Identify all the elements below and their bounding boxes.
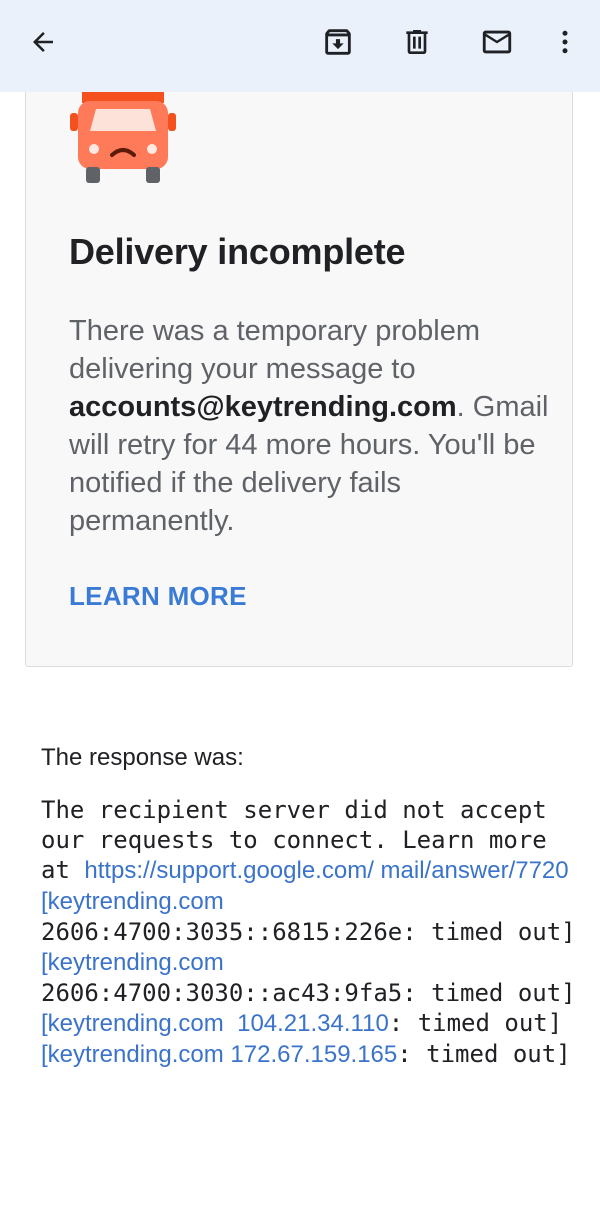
archive-icon — [321, 25, 355, 59]
more-vert-icon — [550, 27, 580, 57]
domain-ip-link[interactable]: [keytrending.com 172.67.159.165 — [41, 1041, 397, 1068]
response-label: The response was: — [41, 744, 244, 771]
delivery-status-card: Delivery incomplete There was a temporar… — [25, 60, 573, 667]
arrow-left-icon — [28, 27, 58, 57]
support-link[interactable]: https://support.google.com/ mail/answer/… — [84, 857, 568, 884]
domain-link[interactable]: [keytrending.com — [41, 949, 224, 976]
response-line: 2606:4700:3035::6815:226e: timed out] — [41, 918, 591, 946]
trash-icon — [401, 26, 433, 58]
response-line: : timed out] — [388, 1009, 577, 1037]
truck-sad-icon — [68, 81, 178, 195]
response-gap — [569, 856, 583, 884]
learn-more-link[interactable]: LEARN MORE — [69, 581, 247, 612]
response-line: : timed out] — [397, 1040, 571, 1068]
message-text: There was a temporary problem delivering… — [69, 315, 480, 385]
card-title: Delivery incomplete — [69, 231, 406, 272]
card-message: There was a temporary problem delivering… — [69, 312, 549, 540]
top-app-bar — [0, 0, 600, 92]
response-text: The recipient server did not accept our … — [41, 795, 581, 1070]
domain-ip-link[interactable]: [keytrending.com 104.21.34.110 — [41, 1010, 389, 1037]
mark-unread-button[interactable] — [473, 18, 521, 66]
more-options-button[interactable] — [541, 18, 589, 66]
delete-button[interactable] — [393, 18, 441, 66]
response-line: 2606:4700:3030::ac43:9fa5: timed out] — [41, 979, 591, 1007]
archive-button[interactable] — [314, 18, 362, 66]
domain-link[interactable]: [keytrending.com — [41, 888, 224, 915]
back-button[interactable] — [19, 18, 67, 66]
recipient-address: accounts@keytrending.com — [69, 391, 457, 423]
mail-unread-icon — [480, 25, 514, 59]
